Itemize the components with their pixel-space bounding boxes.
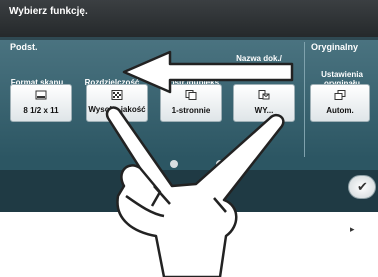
- page-dot[interactable]: [216, 160, 224, 168]
- page-dot[interactable]: [170, 160, 178, 168]
- document-name-value: WY...: [254, 106, 274, 115]
- title-bar: Wybierz funkcję.: [0, 0, 378, 37]
- original-settings-icon: [334, 90, 346, 100]
- resolution-icon: [111, 90, 123, 100]
- page-title: Wybierz funkcję.: [9, 6, 88, 17]
- simplex-duplex-button[interactable]: 1-stronnie: [160, 84, 222, 122]
- check-icon: ✔: [357, 179, 368, 194]
- resolution-value: Wysoka jakość: [88, 105, 146, 114]
- resolution-button[interactable]: Wysoka jakość: [86, 84, 148, 122]
- document-name-icon: [258, 90, 270, 100]
- section-label-basic: Podst.: [10, 42, 38, 52]
- paper-size-icon: [35, 90, 47, 100]
- ok-button[interactable]: ✔: [348, 175, 376, 199]
- simplex-duplex-value: 1-stronnie: [171, 106, 211, 115]
- function-label-document-name: Nazwa dok./ Temat/ Inne: [236, 54, 282, 72]
- scan-size-value: 8 1/2 x 11: [23, 106, 59, 115]
- bottom-bar: [0, 170, 378, 212]
- original-settings-button[interactable]: Autom.: [310, 84, 370, 122]
- document-name-button[interactable]: WY...: [233, 84, 295, 122]
- page-indicator: [0, 157, 378, 171]
- simplex-duplex-icon: [185, 90, 197, 100]
- section-label-original: Oryginalny: [311, 42, 359, 52]
- original-settings-value: Autom.: [326, 106, 354, 115]
- pointer-icon: ▸: [350, 224, 355, 234]
- section-divider: [304, 42, 305, 158]
- scan-size-button[interactable]: 8 1/2 x 11: [10, 84, 72, 122]
- touch-panel-screen: Wybierz funkcję. Podst. Oryginalny Forma…: [0, 0, 378, 212]
